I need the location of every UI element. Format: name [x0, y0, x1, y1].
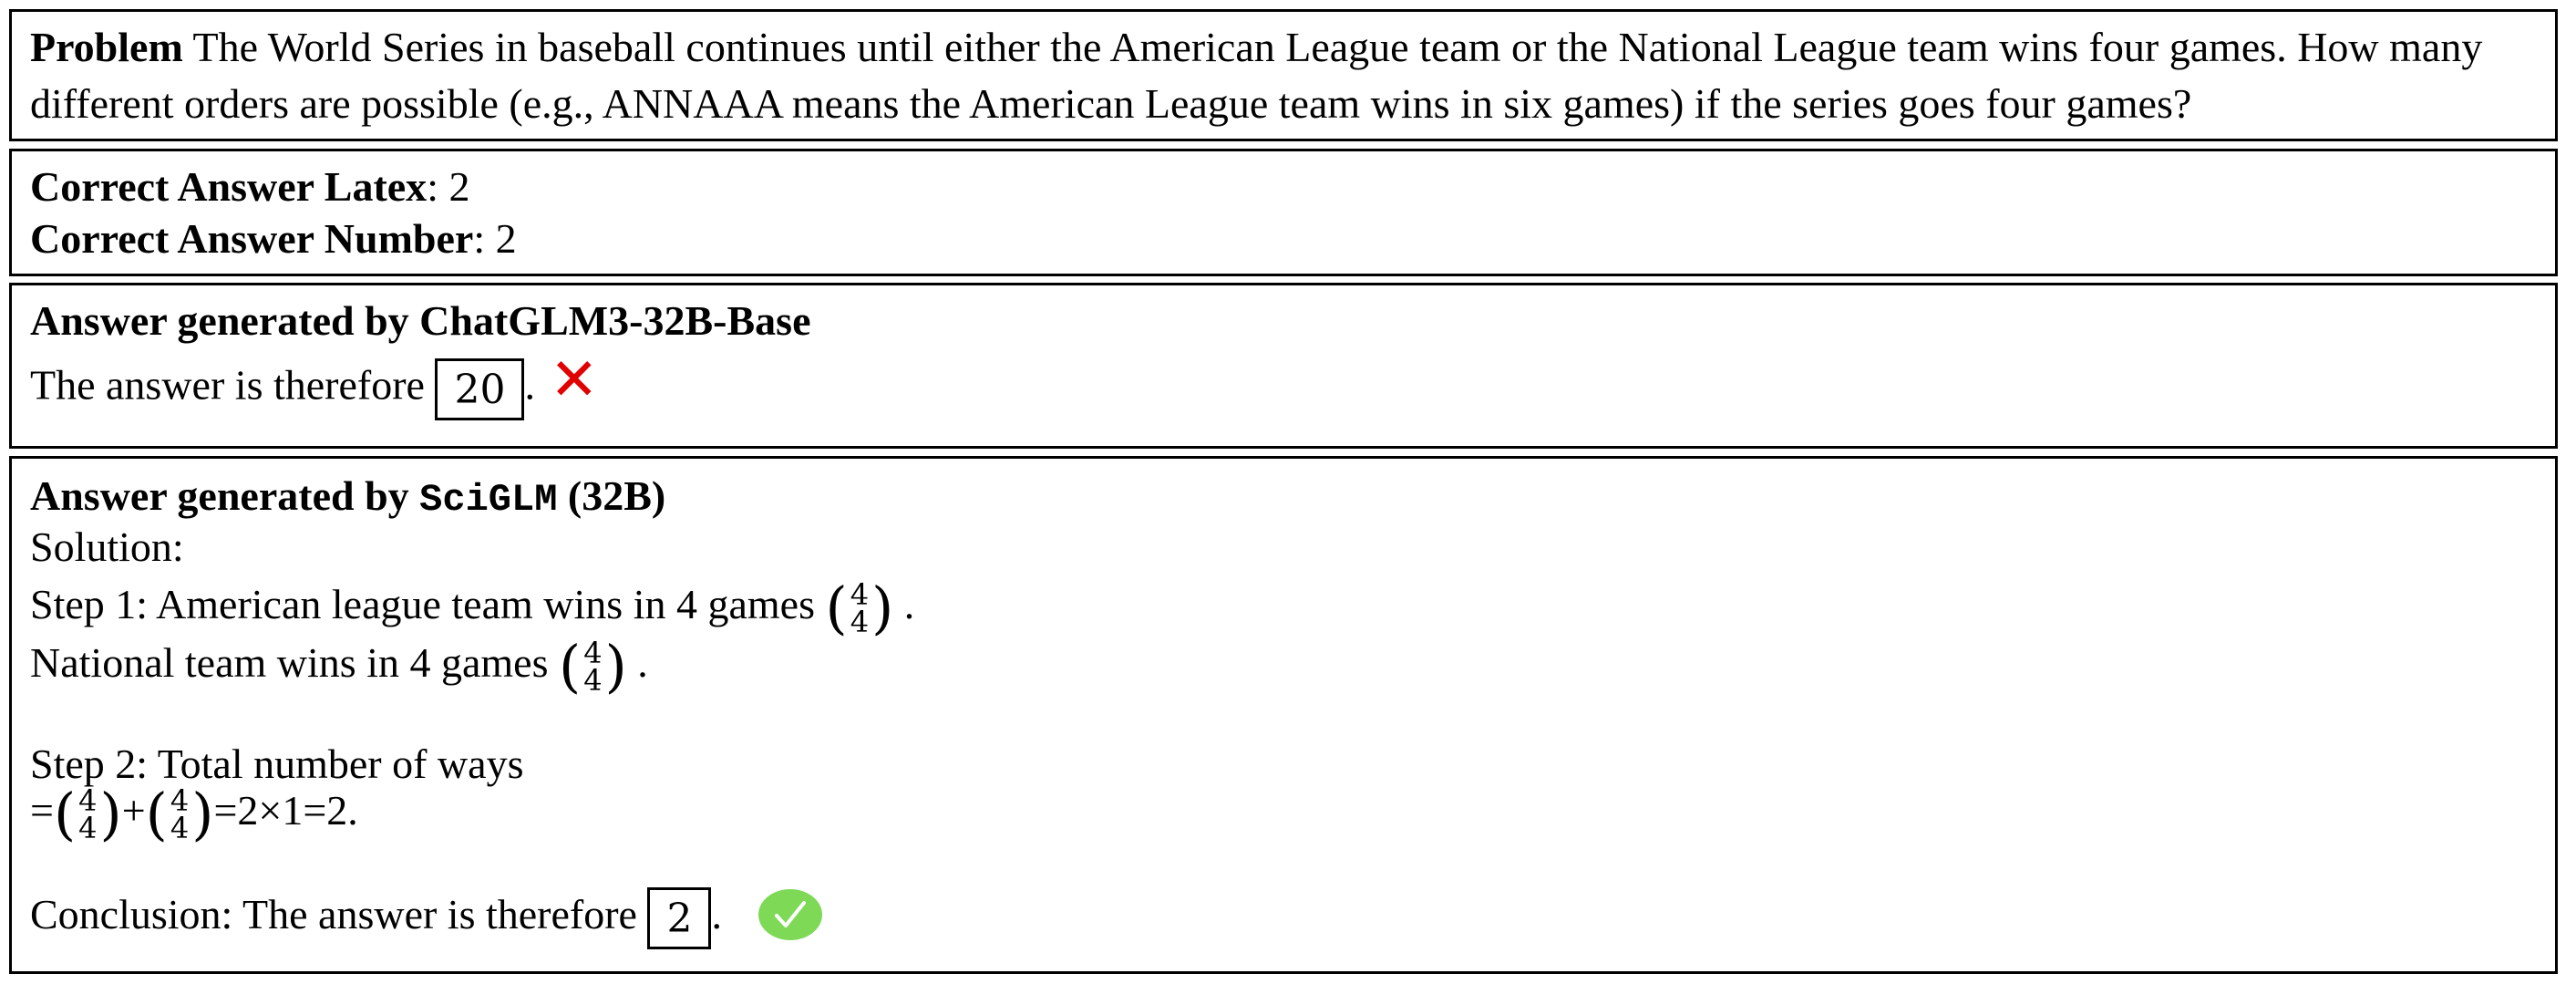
sciglm-heading-model: SciGLM [419, 478, 558, 522]
binomial-coefficient: (4 4) [559, 633, 627, 700]
binomial-coefficient: (4 4) [145, 781, 214, 848]
national-text: National team wins in 4 games [30, 639, 549, 686]
solution-label: Solution: [30, 523, 184, 570]
check-mark-icon [757, 889, 822, 941]
baseline-heading-text: Answer generated by ChatGLM3-32B-Base [30, 297, 811, 344]
eq-rest: =2×1=2. [213, 787, 358, 834]
sciglm-heading-suffix: (32B) [557, 472, 666, 519]
national-end: . [637, 639, 648, 686]
baseline-answer-prefix: The answer is therefore [30, 361, 425, 409]
correct-answer-number-row: Correct Answer Number: 2 [30, 212, 2544, 265]
baseline-answer-boxed-value: 20 [435, 358, 525, 420]
conclusion-prefix: Conclusion: The answer is therefore [30, 891, 637, 937]
national-line: National team wins in 4 games (4 4) . [30, 630, 2544, 696]
problem-text: The World Series in baseball continues u… [30, 24, 2483, 127]
step1-end: . [903, 581, 915, 627]
problem-box: Problem The World Series in baseball con… [9, 9, 2558, 141]
correct-answer-number-label: Correct Answer Number [30, 215, 474, 262]
sciglm-answer-box: Answer generated by SciGLM (32B) Solutio… [9, 456, 2558, 974]
step1-line: Step 1: American league team wins in 4 g… [30, 572, 2544, 637]
correct-answer-latex-value: : 2 [427, 163, 470, 210]
problem-statement: Problem The World Series in baseball con… [30, 19, 2544, 132]
baseline-heading: Answer generated by ChatGLM3-32B-Base [30, 295, 2544, 347]
eq-start: = [30, 787, 54, 834]
correct-answer-number-value: : 2 [473, 215, 517, 262]
eq-plus: + [121, 787, 146, 834]
binom-bottom: 4 [583, 663, 603, 699]
conclusion-suffix: . [711, 891, 722, 937]
equation-line: =(4 4) +(4 4) =2×1=2. [30, 778, 2544, 844]
conclusion-line: Conclusion: The answer is therefore 2. [30, 880, 2544, 950]
baseline-answer-suffix: . [524, 361, 535, 409]
correct-answer-latex-row: Correct Answer Latex: 2 [30, 161, 2544, 213]
cross-mark-icon: ✕ [549, 347, 599, 414]
correct-answer-latex-label: Correct Answer Latex [30, 163, 428, 210]
problem-label: Problem [30, 24, 183, 70]
binomial-coefficient: (4 4) [825, 575, 894, 642]
sciglm-answer-boxed-value: 2 [647, 887, 712, 950]
binom-bottom: 4 [78, 811, 98, 846]
binomial-coefficient: (4 4) [53, 781, 122, 848]
sciglm-heading: Answer generated by SciGLM (32B) [30, 470, 2544, 526]
step1-text: Step 1: American league team wins in 4 g… [30, 581, 815, 627]
baseline-answer-line: The answer is therefore 20. ✕ [30, 351, 2544, 420]
sciglm-heading-prefix: Answer generated by [30, 472, 420, 519]
correct-answer-box: Correct Answer Latex: 2 Correct Answer N… [9, 149, 2558, 276]
binom-bottom: 4 [170, 811, 190, 846]
baseline-answer-box: Answer generated by ChatGLM3-32B-Base Th… [9, 283, 2558, 449]
